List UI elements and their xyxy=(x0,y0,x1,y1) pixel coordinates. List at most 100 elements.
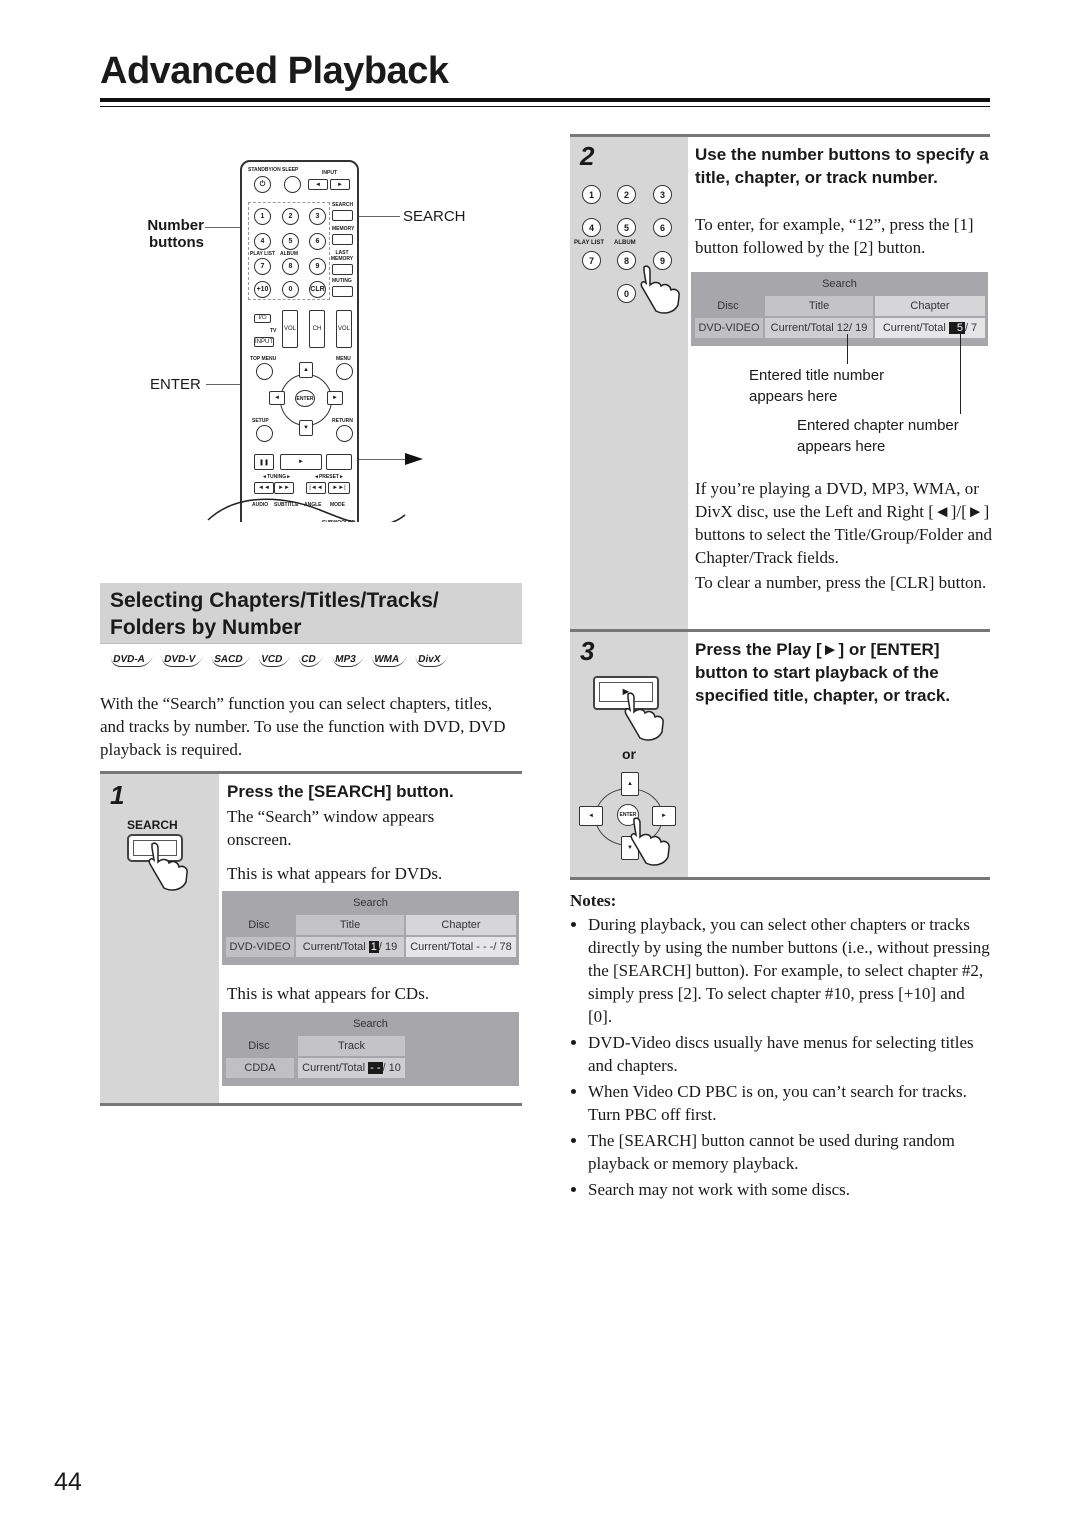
osd-chapter-current: 5 xyxy=(948,322,965,334)
note-item: When Video CD PBC is on, you can’t searc… xyxy=(588,1080,992,1126)
step3-number: 3 xyxy=(580,636,595,666)
number-button-5[interactable]: 5 xyxy=(282,233,299,250)
disc-icon-dvd-v: DVD-V xyxy=(159,654,203,667)
dpad-left-button[interactable]: ◄ xyxy=(579,806,603,826)
stop-button[interactable] xyxy=(326,454,352,470)
last-memory-label: LAST MEMORY xyxy=(330,250,354,262)
number-button-6[interactable]: 6 xyxy=(309,233,326,250)
disc-icon-wma: WMA xyxy=(370,654,408,667)
tv-input-button[interactable]: INPUT xyxy=(254,337,274,347)
number-button-8[interactable]: 8 xyxy=(282,258,299,275)
play-list-label: PLAY LIST xyxy=(250,251,276,257)
tv-power-button[interactable]: I/⏻ xyxy=(254,314,271,323)
notes-list: During playback, you can select other ch… xyxy=(570,913,992,1201)
dpad-up-button[interactable]: ▲ xyxy=(299,362,313,378)
remote-cutoff-curve xyxy=(200,498,420,540)
step2-sidebar: 2 1 2 3 4 5 6 PLAY LIST ALBUM 7 8 9 0 xyxy=(570,137,688,629)
dpad-up-button[interactable]: ▲ xyxy=(621,772,639,796)
osd-title-field[interactable]: Current/Total 1 / 19 xyxy=(296,937,404,957)
dpad-left-button[interactable]: ◄ xyxy=(269,391,285,405)
disc-type-icons: DVD-A DVD-V SACD VCD CD MP3 WMA DivX xyxy=(108,654,449,667)
last-memory-button[interactable] xyxy=(332,264,353,275)
setup-button[interactable] xyxy=(256,425,273,442)
menu-label: MENU xyxy=(336,356,351,362)
keypad-button-3[interactable]: 3 xyxy=(653,185,672,204)
muting-button[interactable] xyxy=(332,286,353,297)
or-label: or xyxy=(622,746,636,762)
page-title: Advanced Playback xyxy=(100,50,449,92)
return-button[interactable] xyxy=(336,425,353,442)
sleep-label: SLEEP xyxy=(282,167,299,173)
osd-col-disc: Disc xyxy=(248,1040,270,1052)
keypad-play-list-label: PLAY LIST xyxy=(574,240,605,246)
pointing-hand-icon xyxy=(640,265,680,314)
muting-label: MUTING xyxy=(332,278,352,284)
step3-title: Press the Play [►] or [ENTER] button to … xyxy=(695,640,951,705)
keypad-button-5[interactable]: 5 xyxy=(617,218,636,237)
keypad-button-8[interactable]: 8 xyxy=(617,251,636,270)
menu-button[interactable] xyxy=(336,363,353,380)
number-button-4[interactable]: 4 xyxy=(254,233,271,250)
tv-ch-button[interactable]: CH xyxy=(309,310,325,348)
search-button-label: SEARCH xyxy=(127,818,178,832)
number-button-1[interactable]: 1 xyxy=(254,208,271,225)
dpad-down-button[interactable]: ▼ xyxy=(299,420,313,436)
osd-chapter-field[interactable]: Current/Total 5 / 7 xyxy=(875,318,985,338)
step1-sidebar: 1 SEARCH xyxy=(100,774,219,1104)
keypad-button-0[interactable]: 0 xyxy=(617,284,636,303)
number-button-9[interactable]: 9 xyxy=(309,258,326,275)
top-menu-button[interactable] xyxy=(256,363,273,380)
keypad-button-6[interactable]: 6 xyxy=(653,218,672,237)
osd-col-title: Title xyxy=(296,915,404,935)
disc-icon-divx: DivX xyxy=(414,654,449,667)
osd-title-field[interactable]: Current/Total 12 / 19 xyxy=(765,318,873,338)
play-button[interactable]: ► xyxy=(280,454,322,470)
number-button-2[interactable]: 2 xyxy=(282,208,299,225)
step1-bottom-rule xyxy=(100,1103,522,1106)
chapter-annotation: Entered chapter number appears here xyxy=(797,417,959,455)
section-heading-line1: Selecting Chapters/Titles/Tracks/ xyxy=(110,589,439,612)
pointing-hand-icon xyxy=(624,692,664,741)
step2-title: Use the number buttons to specify a titl… xyxy=(695,145,989,187)
osd-col-chapter: Chapter xyxy=(875,296,985,316)
enter-button[interactable]: ENTER xyxy=(295,390,315,407)
album-label: ALBUM xyxy=(280,251,299,257)
number-button-7[interactable]: 7 xyxy=(254,258,271,275)
keypad-button-1[interactable]: 1 xyxy=(582,185,601,204)
clr-button[interactable]: CLR xyxy=(309,281,326,298)
dpad-right-button[interactable]: ► xyxy=(327,391,343,405)
title-rule-thin xyxy=(100,106,990,107)
memory-button[interactable] xyxy=(332,234,353,245)
section-heading: Selecting Chapters/Titles/Tracks/ Folder… xyxy=(100,583,522,644)
step1-dvd-caption: This is what appears for DVDs. xyxy=(227,864,443,883)
osd-disc-value: DVD-VIDEO xyxy=(695,318,763,338)
keypad-button-2[interactable]: 2 xyxy=(617,185,636,204)
play-icon xyxy=(405,453,423,465)
number-button-0[interactable]: 0 xyxy=(282,281,299,298)
number-button-3[interactable]: 3 xyxy=(309,208,326,225)
input-left-button[interactable]: ◄ xyxy=(308,179,328,190)
keypad-button-7[interactable]: 7 xyxy=(582,251,601,270)
input-right-button[interactable]: ► xyxy=(330,179,350,190)
step1-cd-caption: This is what appears for CDs. xyxy=(227,984,430,1003)
osd-title-current: 1 xyxy=(368,941,379,953)
number-button-plus10[interactable]: +10 xyxy=(254,281,271,298)
remote-body: STANDBY/ON SLEEP INPUT ⏻ ◄ ► 1 2 3 4 5 6… xyxy=(240,160,359,534)
step3-sidebar: 3 ► or ▲ ◄ ► ▼ ENTER xyxy=(570,632,688,878)
notes-section: Notes: During playback, you can select o… xyxy=(570,891,992,1204)
search-callout: SEARCH xyxy=(403,208,466,225)
number-buttons-callout: Number buttons xyxy=(147,217,204,251)
vol-button[interactable]: VOL xyxy=(336,310,352,348)
tv-vol-button[interactable]: VOL xyxy=(282,310,298,348)
sleep-button[interactable] xyxy=(284,176,301,193)
step1-text: The “Search” window appears onscreen. xyxy=(227,807,435,849)
pause-button[interactable]: ❚❚ xyxy=(254,454,274,470)
osd-track-field[interactable]: Current/Total - - / 10 xyxy=(298,1058,405,1078)
note-item: The [SEARCH] button cannot be used durin… xyxy=(588,1129,992,1175)
keypad-button-4[interactable]: 4 xyxy=(582,218,601,237)
osd-chapter-field[interactable]: Current/Total - - - / 78 xyxy=(406,937,516,957)
setup-label: SETUP xyxy=(252,418,269,424)
standby-button[interactable]: ⏻ xyxy=(254,176,271,193)
step3-bottom-rule xyxy=(570,877,990,880)
search-button[interactable] xyxy=(332,210,353,221)
